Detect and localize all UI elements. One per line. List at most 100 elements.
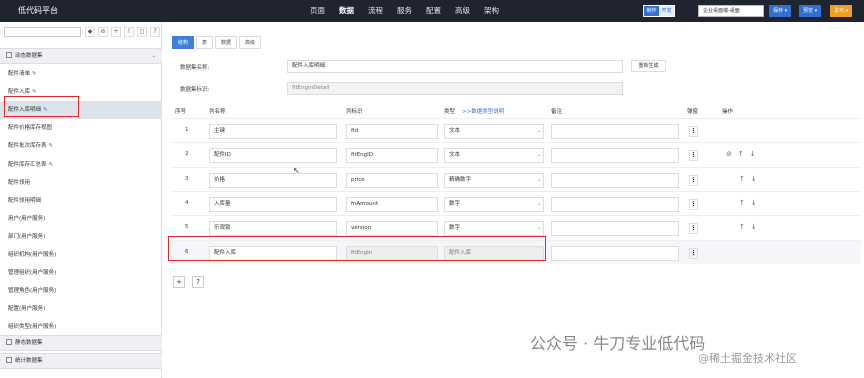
mode-toggle-off[interactable]: 开发 bbox=[659, 6, 674, 16]
regenerate-button[interactable]: 重新生成 bbox=[631, 60, 666, 72]
topnav-item[interactable]: 服务 bbox=[390, 0, 419, 22]
more-icon[interactable]: ⋮ bbox=[689, 198, 698, 210]
type-select[interactable]: 数字 bbox=[444, 221, 544, 237]
note-input[interactable] bbox=[551, 148, 679, 164]
sidebar-item[interactable]: 配件价格库存视图 bbox=[0, 119, 162, 137]
sidebar-item[interactable]: 配件库存汇总表 ✎ bbox=[0, 156, 162, 174]
topnav-item[interactable]: 高级 bbox=[448, 0, 477, 22]
edit-icon[interactable]: ✎ bbox=[32, 71, 37, 77]
note-input[interactable] bbox=[551, 196, 679, 212]
column-name-input[interactable]: 主键 bbox=[209, 124, 337, 139]
column-id-input[interactable]: fitEngID bbox=[346, 148, 438, 164]
group-label: 静态数据集 bbox=[15, 340, 43, 346]
sidebar-item[interactable]: 配置(用户服务) bbox=[0, 300, 162, 318]
column-id-input[interactable]: fnAmount bbox=[346, 196, 438, 212]
sidebar-item-label: 组织机构(用户服务) bbox=[8, 252, 57, 258]
environment-select[interactable]: 企业桌面端-桌面 bbox=[698, 5, 764, 17]
tab[interactable]: 表 bbox=[196, 36, 214, 49]
dataset-name-input[interactable]: 配件入库明细 bbox=[287, 60, 623, 73]
delete-icon[interactable]: ⊘ bbox=[726, 150, 738, 158]
move-up-icon[interactable]: ↑ bbox=[739, 175, 751, 183]
column-name-input[interactable]: 价格 bbox=[209, 172, 337, 188]
group-dynamic-datasets[interactable]: 动态数据集 ⌄ bbox=[0, 48, 162, 64]
more-icon[interactable]: ⋮ bbox=[689, 150, 698, 162]
more-icon[interactable]: ⋮ bbox=[689, 247, 698, 259]
sidebar-tool-icon[interactable]: ? bbox=[150, 27, 160, 37]
group-static-datasets[interactable]: 静态数据集 bbox=[0, 335, 162, 351]
sidebar-item[interactable]: 管理角色(用户服务) bbox=[0, 282, 162, 300]
sidebar-tool-icon[interactable]: ⊘ bbox=[98, 27, 108, 37]
header-ops: 操作 bbox=[722, 109, 734, 115]
sidebar-tool-icon[interactable]: ! bbox=[124, 27, 134, 37]
type-select[interactable]: 精确数字 bbox=[444, 172, 544, 188]
topnav-item[interactable]: 页面 bbox=[303, 0, 332, 22]
more-icon[interactable]: ⋮ bbox=[689, 223, 698, 235]
topnav-item[interactable]: 数据 bbox=[332, 0, 361, 22]
move-up-icon[interactable]: ↑ bbox=[738, 150, 750, 158]
move-down-icon[interactable]: ↓ bbox=[751, 223, 763, 231]
sidebar-item[interactable]: 配件领用 bbox=[0, 174, 162, 192]
move-down-icon[interactable]: ↓ bbox=[751, 199, 763, 207]
row-seq: 3 bbox=[185, 175, 189, 182]
tab[interactable]: 高级 bbox=[239, 36, 262, 49]
more-icon[interactable]: ⋮ bbox=[689, 174, 698, 186]
column-id-input[interactable]: version bbox=[346, 221, 438, 237]
sidebar-item[interactable]: 配件清单 ✎ bbox=[0, 65, 162, 83]
sidebar-tool-icon[interactable]: ◻ bbox=[137, 27, 147, 37]
column-id-input[interactable]: price bbox=[346, 172, 438, 188]
more-icon[interactable]: ⋮ bbox=[689, 126, 698, 137]
topnav-item[interactable]: 架构 bbox=[477, 0, 506, 22]
dataset-id-input: fitEnginDetail bbox=[287, 82, 623, 95]
sidebar-item[interactable]: 配件领用明细 bbox=[0, 192, 162, 210]
edit-icon[interactable]: ✎ bbox=[32, 89, 37, 95]
mode-toggle-on[interactable]: 制作 bbox=[644, 6, 659, 16]
type-select[interactable]: 数字 bbox=[444, 196, 544, 212]
note-input[interactable] bbox=[551, 172, 679, 188]
table-row: 2 配件ID fitEngID 文本 ⌄ ⋮ ⊘↑↓ bbox=[171, 142, 861, 166]
mode-toggle[interactable]: 制作 开发 bbox=[643, 5, 675, 17]
note-input[interactable] bbox=[551, 245, 679, 261]
sidebar-item[interactable]: 组织类型(用户服务) bbox=[0, 318, 162, 336]
group-label: 统计数据集 bbox=[15, 358, 43, 364]
tab-bar: 结构表数据 高级 bbox=[172, 36, 263, 49]
tab[interactable]: 数据 bbox=[215, 36, 238, 49]
table-row: 3 价格 price 精确数字 ⌄ ⋮ ↑↓ bbox=[171, 166, 861, 191]
column-name-input[interactable]: 入库量 bbox=[209, 196, 337, 212]
edit-icon[interactable]: ✎ bbox=[49, 162, 54, 168]
sidebar-item[interactable]: 组织机构(用户服务) bbox=[0, 246, 162, 264]
edit-icon[interactable]: ✎ bbox=[49, 143, 54, 149]
sidebar-tool-icon[interactable]: ◆ bbox=[85, 27, 95, 37]
preview-button[interactable]: 预览 ▾ bbox=[799, 5, 822, 17]
chevron-down-icon: ⌄ bbox=[151, 53, 156, 59]
column-name-input[interactable]: 乐观锁 bbox=[209, 221, 337, 237]
publish-button[interactable]: 发布 ▾ bbox=[830, 5, 853, 17]
sidebar-tool-icon[interactable]: + bbox=[111, 27, 121, 37]
sidebar-item[interactable]: 部门(用户服务) bbox=[0, 228, 162, 246]
move-up-icon[interactable]: ↑ bbox=[739, 223, 751, 231]
sidebar-item[interactable]: 管理组织(用户服务) bbox=[0, 264, 162, 282]
type-help-link[interactable]: >>数据类型说明 bbox=[462, 107, 504, 115]
help-button[interactable]: ? bbox=[192, 276, 204, 288]
sidebar-item-label: 管理角色(用户服务) bbox=[8, 288, 57, 295]
save-button[interactable]: 保存 ▾ bbox=[769, 5, 792, 17]
type-select[interactable]: 文本 bbox=[444, 124, 544, 139]
add-row-button[interactable]: + bbox=[173, 276, 185, 288]
column-name-input[interactable]: 配件ID bbox=[209, 148, 337, 164]
type-select[interactable]: 文本 bbox=[444, 148, 544, 164]
topnav-item[interactable]: 配置 bbox=[419, 0, 448, 22]
sidebar-item-label: 部门(用户服务) bbox=[8, 233, 46, 240]
highlight-box-sidebar bbox=[4, 96, 79, 117]
move-down-icon[interactable]: ↓ bbox=[751, 175, 763, 183]
move-up-icon[interactable]: ↑ bbox=[739, 199, 751, 207]
group-stat-datasets[interactable]: 统计数据集 bbox=[0, 353, 162, 369]
sidebar-item[interactable]: 用户(用户服务) bbox=[0, 210, 162, 228]
column-id-input[interactable]: fid bbox=[346, 124, 438, 139]
sidebar-search-input[interactable] bbox=[4, 27, 81, 37]
note-input[interactable] bbox=[551, 221, 679, 237]
topnav-item[interactable]: 流程 bbox=[361, 0, 390, 22]
move-down-icon[interactable]: ↓ bbox=[750, 150, 762, 158]
sidebar-item[interactable]: 配件批次库存表 ✎ bbox=[0, 137, 162, 155]
row-seq: 5 bbox=[185, 224, 189, 231]
note-input[interactable] bbox=[551, 124, 679, 139]
tab[interactable]: 结构 bbox=[172, 36, 195, 49]
